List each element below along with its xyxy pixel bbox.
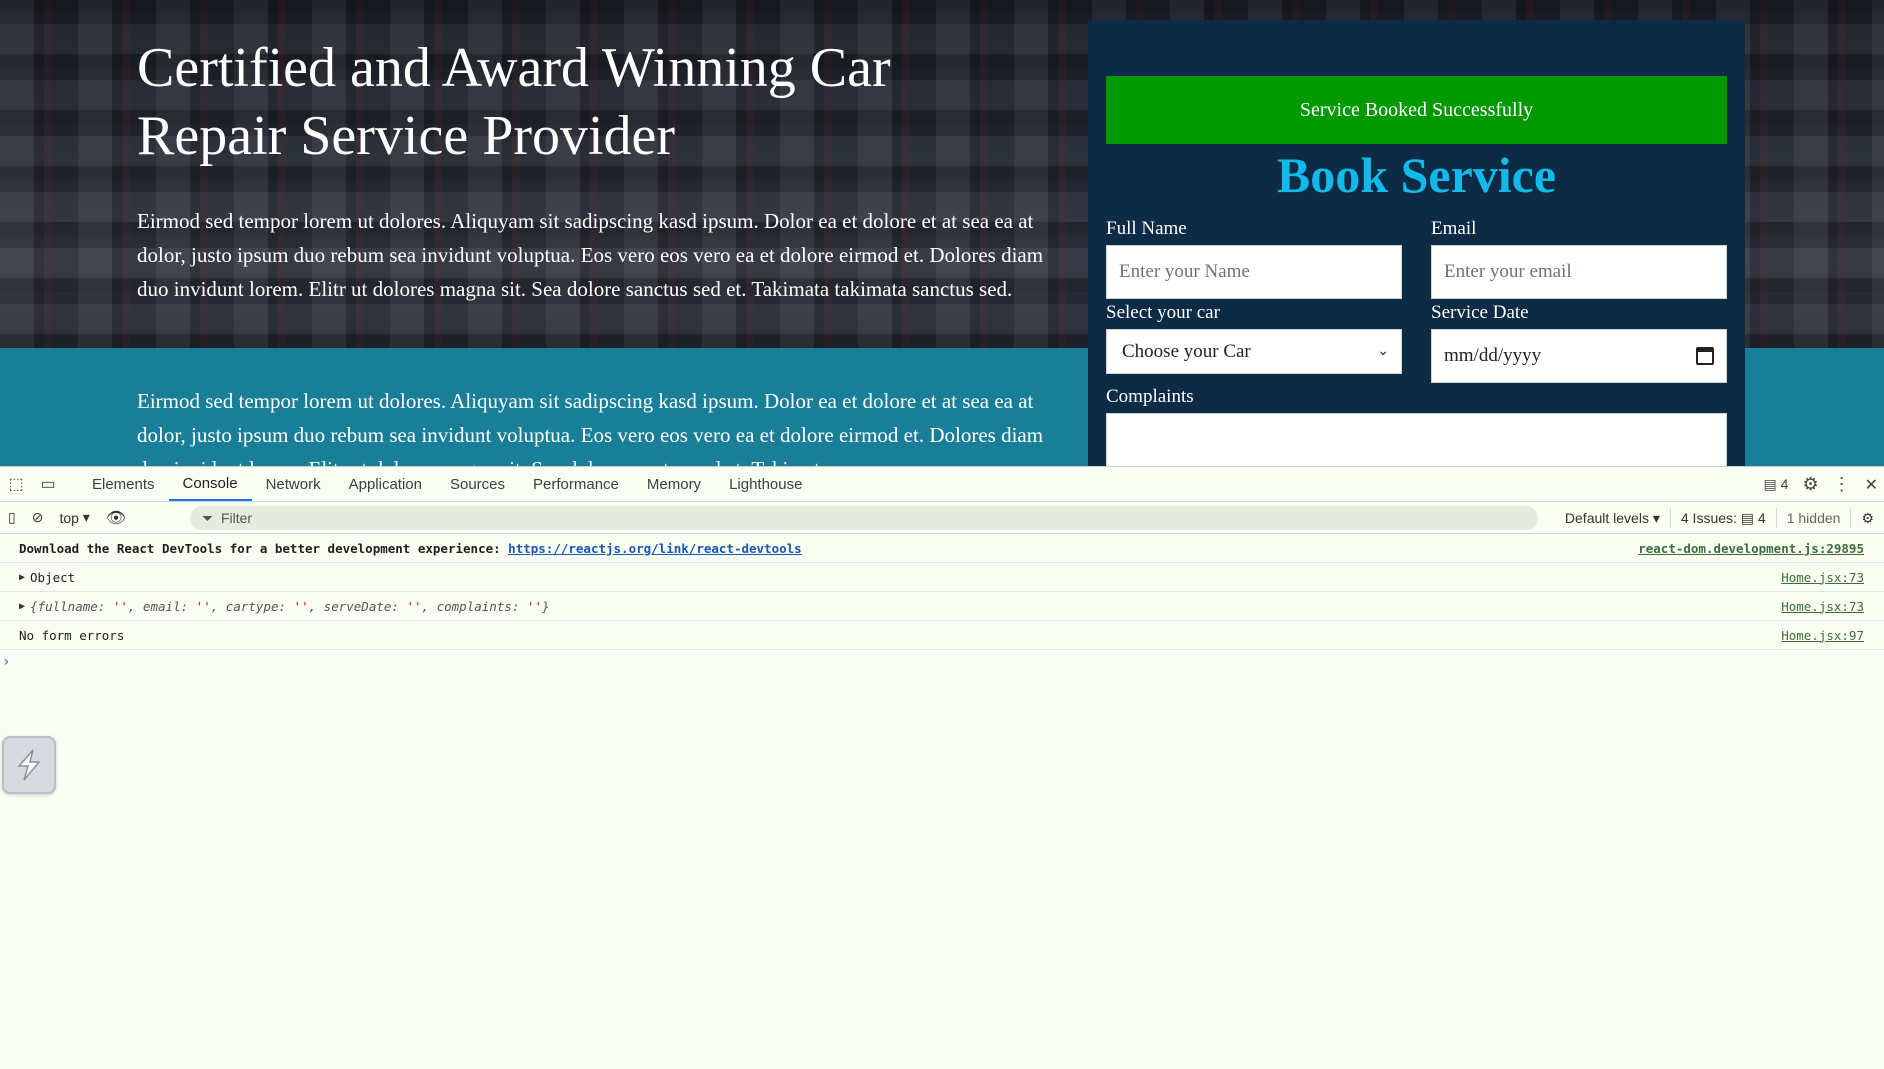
full-name-input[interactable]: Enter your Name <box>1106 245 1402 299</box>
log-message: No form errors <box>19 627 125 643</box>
log-levels-value: Default levels <box>1564 510 1649 526</box>
hidden-count: 1 hidden <box>1775 508 1851 528</box>
issues-button[interactable]: 4 Issues: ▤ 4 <box>1669 508 1776 528</box>
teal-paragraph: Eirmod sed tempor lorem ut dolores. Aliq… <box>137 389 1044 466</box>
tab-performance[interactable]: Performance <box>519 467 633 501</box>
context-value: top <box>59 509 79 526</box>
log-message: Download the React DevTools for a better… <box>19 540 501 556</box>
page-viewport: Certified and Award Winning Car Repair S… <box>0 0 1884 466</box>
tab-lighthouse[interactable]: Lighthouse <box>715 467 816 501</box>
log-row-react-devtools: Download the React DevTools for a better… <box>0 534 1884 563</box>
date-label: Service Date <box>1431 302 1529 323</box>
log-object-label: Object <box>30 569 76 585</box>
car-label: Select your car <box>1106 302 1220 323</box>
filter-placeholder: Filter <box>220 510 253 526</box>
sidebar-toggle-icon[interactable]: ▯ <box>0 509 24 526</box>
log-source-link[interactable]: react-dom.development.js:29895 <box>1638 541 1864 556</box>
expand-triangle-icon[interactable]: ▶ <box>19 572 25 583</box>
console-prompt[interactable]: › <box>0 654 1884 670</box>
messages-count: 4 <box>1780 476 1789 492</box>
log-row-no-errors: No form errors Home.jsx:97 <box>0 621 1884 650</box>
message-icon: ▤ <box>1763 476 1777 492</box>
book-service-form: Service Booked Successfully Book Service… <box>1088 20 1745 466</box>
console-filter-input[interactable]: ⏷ Filter <box>190 506 1538 530</box>
full-name-label: Full Name <box>1106 218 1187 239</box>
tab-console[interactable]: Console <box>168 467 252 501</box>
filter-icon: ⏷ <box>202 509 221 526</box>
messages-badge[interactable]: ▤ 4 <box>1764 476 1789 493</box>
tab-elements[interactable]: Elements <box>78 467 169 501</box>
car-select[interactable]: Choose your Car ⌄ <box>1106 329 1402 374</box>
tab-memory[interactable]: Memory <box>633 467 715 501</box>
hero-paragraph: Eirmod sed tempor lorem ut dolores. Aliq… <box>137 209 1044 301</box>
calendar-icon[interactable] <box>1696 347 1714 365</box>
issues-message-icon: ▤ <box>1740 509 1755 526</box>
inspect-element-icon[interactable]: ⬚ <box>0 467 32 501</box>
more-options-icon[interactable]: ⋮ <box>1833 474 1851 495</box>
car-select-value: Choose your Car <box>1122 340 1251 362</box>
issues-label: 4 Issues: <box>1680 510 1737 526</box>
chevron-down-icon: ⌄ <box>1377 344 1389 359</box>
console-filter-bar: ▯ ⊘ top ▾ 👁 ⏷ Filter Default levels ▾ 4 … <box>0 502 1884 534</box>
floating-helper-widget-icon[interactable] <box>2 736 56 794</box>
lightning-icon <box>17 749 41 781</box>
log-row-object[interactable]: ▶ Object Home.jsx:73 <box>0 563 1884 592</box>
issues-count: 4 <box>1757 510 1766 526</box>
log-row-form-object[interactable]: ▶ {fullname: '', email: '', cartype: '',… <box>0 592 1884 621</box>
log-form-object: {fullname: '', email: '', cartype: '', s… <box>30 598 550 614</box>
console-settings-gear-icon[interactable]: ⚙ <box>1850 508 1884 528</box>
tab-sources[interactable]: Sources <box>436 467 519 501</box>
full-name-placeholder: Enter your Name <box>1119 261 1250 282</box>
date-placeholder: mm/dd/yyyy <box>1444 345 1542 366</box>
email-label: Email <box>1431 218 1477 239</box>
live-expression-eye-icon[interactable]: 👁 <box>98 508 134 528</box>
log-levels-dropdown[interactable]: Default levels ▾ <box>1555 508 1670 528</box>
devtools-tab-bar: ⬚ ▭ Elements Console Network Application… <box>0 467 1884 502</box>
react-devtools-link[interactable]: https://reactjs.org/link/react-devtools <box>508 541 802 556</box>
complaints-textarea[interactable] <box>1106 413 1727 466</box>
log-source-link[interactable]: Home.jsx:97 <box>1781 628 1864 643</box>
console-log-list: Download the React DevTools for a better… <box>0 534 1884 670</box>
context-select[interactable]: top ▾ <box>51 509 97 526</box>
complaints-label: Complaints <box>1106 386 1194 407</box>
email-placeholder: Enter your email <box>1444 261 1572 282</box>
form-title: Book Service <box>1276 147 1557 203</box>
device-toolbar-icon[interactable]: ▭ <box>32 467 64 501</box>
hero-title: Certified and Award Winning Car Repair S… <box>137 37 891 167</box>
log-source-link[interactable]: Home.jsx:73 <box>1781 570 1864 585</box>
settings-gear-icon[interactable]: ⚙ <box>1802 474 1818 495</box>
service-date-input[interactable]: mm/dd/yyyy <box>1431 329 1727 383</box>
clear-console-icon[interactable]: ⊘ <box>24 509 52 526</box>
tab-application[interactable]: Application <box>335 467 436 501</box>
devtools-panel: ⬚ ▭ Elements Console Network Application… <box>0 466 1884 1069</box>
success-banner: Service Booked Successfully <box>1106 76 1727 144</box>
tab-network[interactable]: Network <box>252 467 335 501</box>
email-input[interactable]: Enter your email <box>1431 245 1727 299</box>
close-devtools-icon[interactable]: ✕ <box>1865 475 1878 495</box>
expand-triangle-icon[interactable]: ▶ <box>19 601 25 612</box>
log-source-link[interactable]: Home.jsx:73 <box>1781 599 1864 614</box>
